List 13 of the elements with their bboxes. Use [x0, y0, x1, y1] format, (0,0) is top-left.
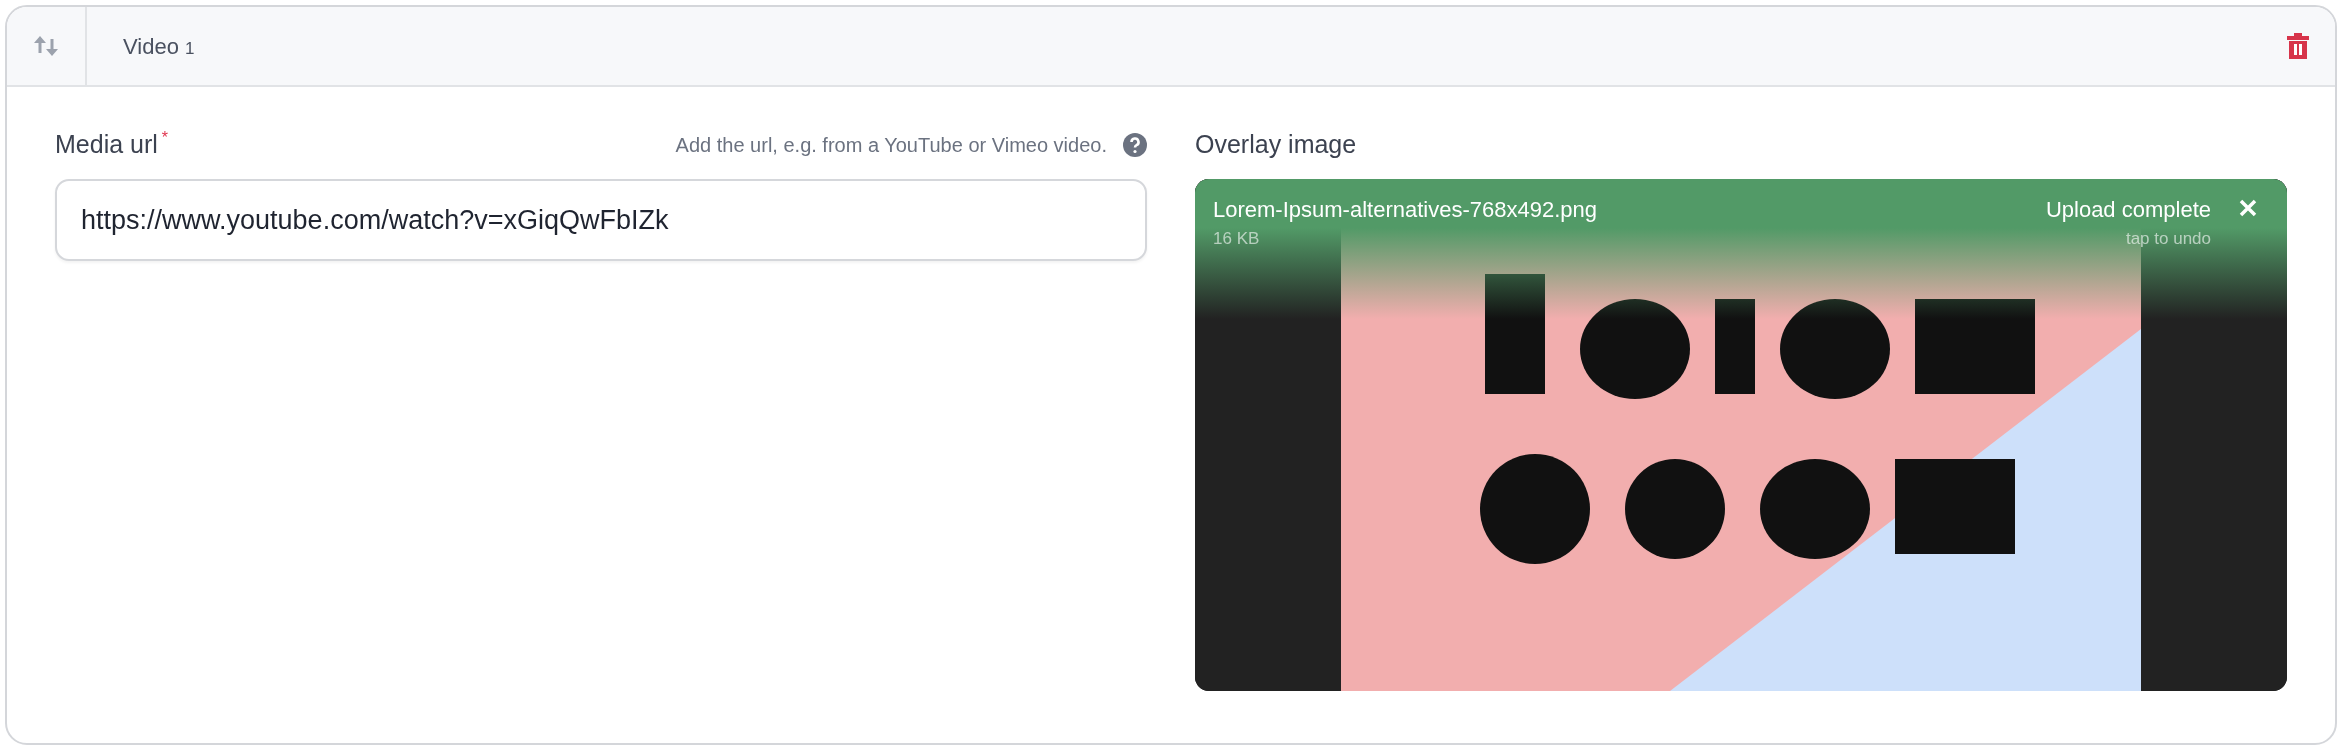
field-label: Overlay image — [1195, 129, 1357, 161]
close-icon[interactable] — [2239, 199, 2257, 217]
required-mark: * — [161, 129, 169, 147]
block-title: Video 1 — [122, 32, 196, 61]
file-name: Lorem-Ipsum-alternatives-768x492.png — [1213, 196, 1597, 224]
reorder-icon[interactable] — [33, 35, 59, 57]
url-input-field[interactable]: https://www.youtube.com/watch?v=xGiqQwFbIZk — [55, 179, 1147, 261]
file-size: 16 KB — [1213, 228, 1261, 250]
help-icon[interactable] — [1123, 133, 1147, 157]
field-hint: Add the url, e.g. from a YouTube or Vimeo video. — [675, 133, 1107, 158]
upload-status: Upload complete — [2045, 196, 2211, 224]
field-label: Media url * — [55, 128, 169, 161]
delete-icon[interactable] — [2287, 33, 2309, 59]
